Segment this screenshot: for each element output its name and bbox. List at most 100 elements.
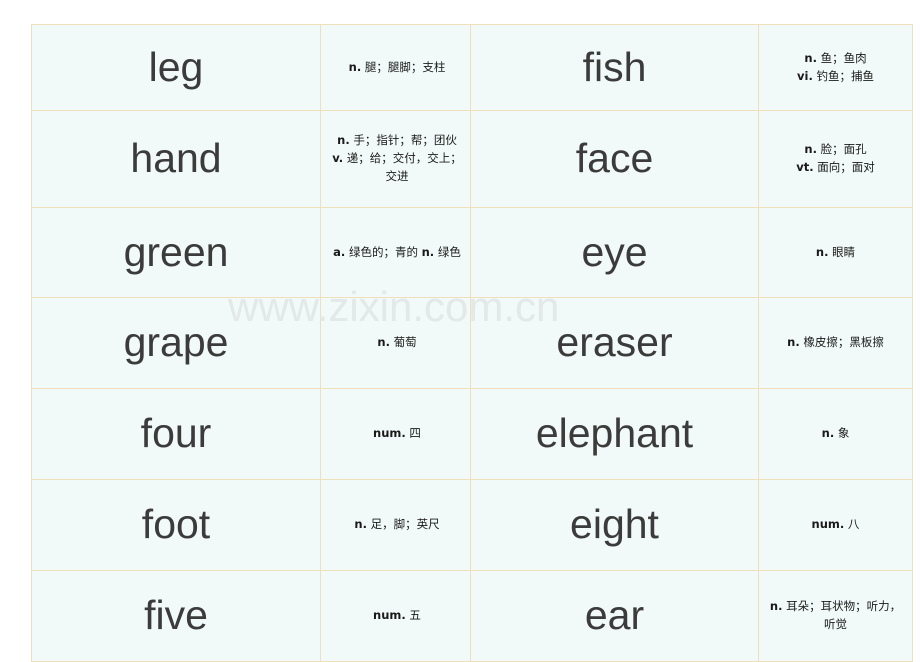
flashcard-row: eraser n. 橡皮擦；黑板擦	[470, 297, 913, 389]
definition-meaning: 五	[405, 608, 421, 623]
part-of-speech: vi.	[797, 68, 813, 83]
word-cell: grape	[31, 297, 321, 389]
word-cell: hand	[31, 110, 321, 208]
definition-line: vi. 钓鱼；捕鱼	[766, 68, 905, 86]
flashcard-row: hand n. 手；指针；帮；团伙 v. 递；给；交付，交上；交进	[31, 110, 474, 208]
word-cell: green	[31, 207, 321, 298]
definition-cell: n. 手；指针；帮；团伙 v. 递；给；交付，交上；交进	[320, 110, 474, 208]
part-of-speech: num.	[811, 517, 845, 532]
definition-meaning: 葡萄	[389, 335, 417, 350]
definition-meaning: 钓鱼；捕鱼	[812, 68, 874, 83]
part-of-speech: num.	[373, 608, 406, 623]
flashcard-row: green a. 绿色的；青的 n. 绿色	[31, 207, 474, 298]
vocabulary-table-left: leg n. 腿；腿脚；支柱 hand n. 手；指针；帮；团伙 v. 递；给；交付，交…	[31, 24, 474, 662]
word-cell: foot	[31, 479, 321, 571]
flashcard-row: foot n. 足，脚；英尺	[31, 479, 474, 571]
definition-cell: n. 眼睛	[758, 207, 913, 298]
word-cell: four	[31, 388, 321, 480]
table-right-body: fish n. 鱼；鱼肉 vi. 钓鱼；捕鱼 face n. 脸；面孔 vt. 面向；面对…	[470, 24, 913, 662]
definition-line: a. 绿色的；青的	[333, 245, 418, 259]
definition-meaning: 脸；面孔	[816, 142, 867, 157]
definition-meaning: 橡皮擦；黑板擦	[799, 335, 884, 350]
definition-line: n. 绿色	[422, 245, 461, 259]
flashcard-row: elephant n. 象	[470, 388, 913, 480]
definition-meaning: 面向；面对	[813, 160, 875, 174]
definition-cell: num. 八	[758, 479, 913, 571]
part-of-speech: n.	[354, 517, 367, 532]
word-cell: ear	[470, 570, 759, 662]
definition-meaning: 八	[844, 517, 860, 532]
flashcard-row: ear n. 耳朵；耳状物；听力，听觉	[470, 570, 913, 662]
part-of-speech: n.	[804, 50, 817, 65]
vocabulary-table-right: fish n. 鱼；鱼肉 vi. 钓鱼；捕鱼 face n. 脸；面孔 vt. 面向；面对…	[470, 24, 913, 662]
definition-line: num. 四	[328, 425, 466, 443]
flashcard-row: fish n. 鱼；鱼肉 vi. 钓鱼；捕鱼	[470, 24, 913, 111]
definition-meaning: 耳朵；耳状物；听力，听觉	[782, 599, 902, 631]
definition-cell: n. 鱼；鱼肉 vi. 钓鱼；捕鱼	[758, 24, 913, 111]
part-of-speech: v.	[332, 151, 344, 166]
flashcard-row: four num. 四	[31, 388, 474, 480]
word-cell: eight	[470, 479, 759, 571]
flashcard-row: face n. 脸；面孔 vt. 面向；面对	[470, 110, 913, 208]
word-cell: eraser	[470, 297, 759, 389]
part-of-speech: n.	[421, 244, 435, 259]
definition-line: n. 葡萄	[328, 334, 466, 352]
definition-cell: n. 橡皮擦；黑板擦	[758, 297, 913, 389]
part-of-speech: n.	[348, 59, 362, 74]
definition-line: n. 眼睛	[766, 244, 905, 262]
vocabulary-flashcard-page: www.zixin.com.cn leg n. 腿；腿脚；支柱 hand n. 手；指…	[0, 0, 920, 662]
definition-line: n. 象	[766, 425, 905, 443]
definition-meaning: 腿；腿脚；支柱	[361, 59, 446, 74]
part-of-speech: vt.	[796, 160, 814, 174]
definition-meaning: 象	[834, 426, 850, 441]
word-cell: five	[31, 570, 321, 662]
definition-cell: n. 象	[758, 388, 913, 480]
table-left-body: leg n. 腿；腿脚；支柱 hand n. 手；指针；帮；团伙 v. 递；给；交付，交…	[31, 24, 474, 662]
definition-line: n. 手；指针；帮；团伙	[328, 132, 466, 150]
flashcard-row: five num. 五	[31, 570, 474, 662]
definition-line: vt. 面向；面对	[766, 159, 905, 177]
definition-meaning: 足，脚；英尺	[366, 517, 440, 532]
definition-cell: num. 五	[320, 570, 474, 662]
definition-meaning: 四	[405, 426, 421, 441]
definition-line: v. 递；给；交付，交上；交进	[328, 150, 466, 186]
definition-cell: n. 耳朵；耳状物；听力，听觉	[758, 570, 913, 662]
definition-meaning: 绿色的；青的	[345, 244, 418, 259]
part-of-speech: n.	[769, 599, 783, 614]
definition-meaning: 鱼；鱼肉	[816, 50, 867, 65]
word-cell: leg	[31, 24, 321, 111]
part-of-speech: n.	[804, 142, 817, 157]
part-of-speech: n.	[787, 335, 800, 350]
definition-line: num. 五	[328, 607, 466, 625]
definition-meaning: 眼睛	[828, 244, 856, 259]
flashcard-row: grape n. 葡萄	[31, 297, 474, 389]
definition-line: n. 足，脚；英尺	[328, 516, 466, 534]
definition-line: n. 脸；面孔	[766, 141, 905, 159]
part-of-speech: a.	[333, 244, 346, 259]
part-of-speech: num.	[373, 426, 406, 441]
definition-meaning: 递；给；交付，交上；交进	[343, 151, 462, 183]
part-of-speech: n.	[821, 426, 835, 441]
definition-line: n. 鱼；鱼肉	[766, 50, 905, 68]
definition-line: n. 橡皮擦；黑板擦	[766, 334, 905, 352]
flashcard-row: eight num. 八	[470, 479, 913, 571]
word-cell: fish	[470, 24, 759, 111]
word-cell: elephant	[470, 388, 759, 480]
definition-meaning: 绿色	[434, 244, 461, 259]
definition-line: n. 耳朵；耳状物；听力，听觉	[766, 598, 905, 634]
definition-cell: a. 绿色的；青的 n. 绿色	[320, 207, 474, 298]
definition-cell: n. 葡萄	[320, 297, 474, 389]
definition-cell: num. 四	[320, 388, 474, 480]
definition-cell: n. 脸；面孔 vt. 面向；面对	[758, 110, 913, 208]
part-of-speech: n.	[377, 335, 390, 350]
flashcard-row: eye n. 眼睛	[470, 207, 913, 298]
definition-meaning: 手；指针；帮；团伙	[349, 133, 457, 148]
word-cell: eye	[470, 207, 759, 298]
definition-cell: n. 足，脚；英尺	[320, 479, 474, 571]
definition-line: n. 腿；腿脚；支柱	[328, 59, 466, 77]
definition-line: num. 八	[766, 516, 905, 534]
flashcard-row: leg n. 腿；腿脚；支柱	[31, 24, 474, 111]
part-of-speech: n.	[337, 133, 350, 148]
definition-cell: n. 腿；腿脚；支柱	[320, 24, 474, 111]
word-cell: face	[470, 110, 759, 208]
